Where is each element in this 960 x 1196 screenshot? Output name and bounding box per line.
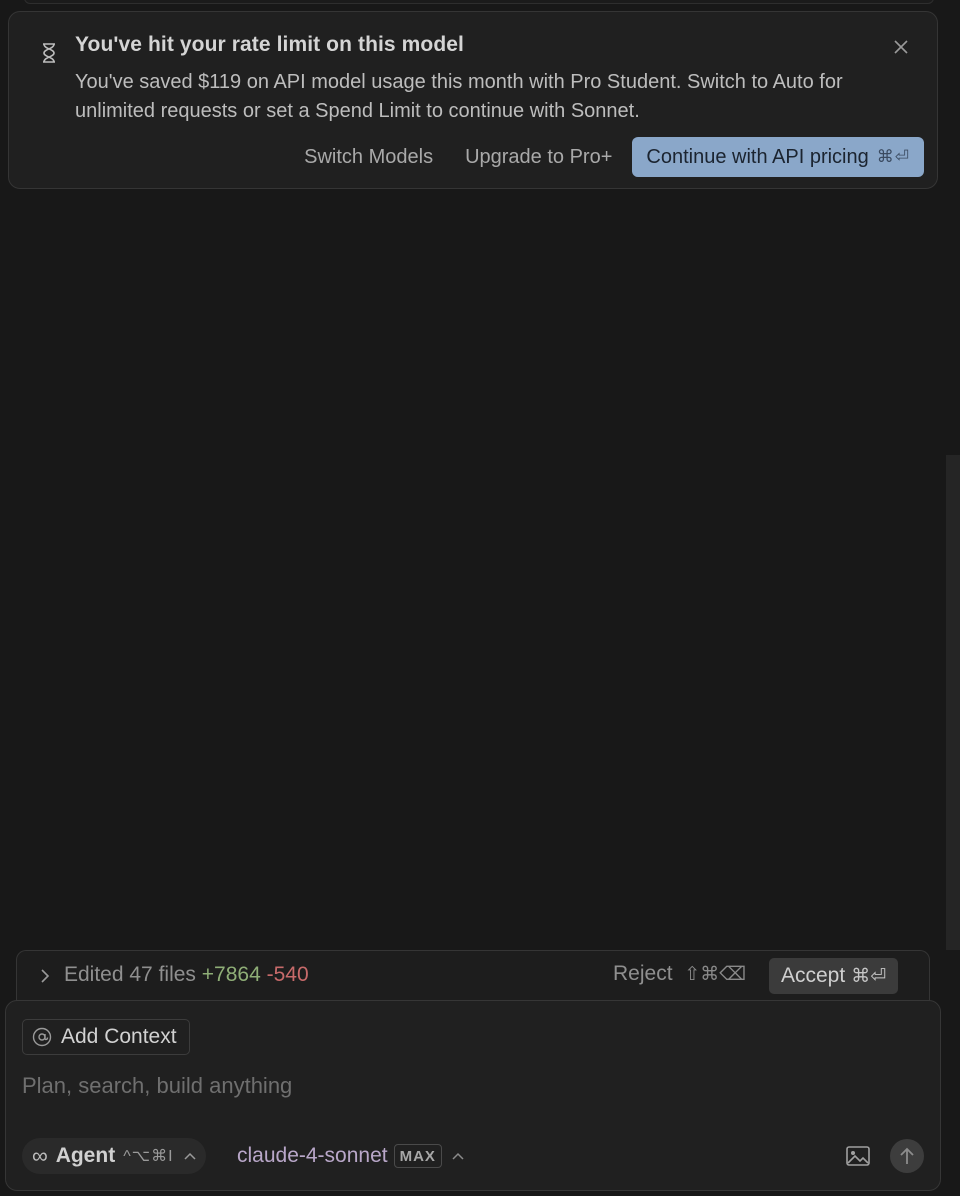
reject-shortcut: ⇧⌘⌫ bbox=[684, 964, 747, 985]
image-icon[interactable] bbox=[844, 1143, 872, 1169]
hourglass-icon bbox=[39, 40, 59, 66]
add-context-label: Add Context bbox=[61, 1025, 177, 1048]
close-icon[interactable] bbox=[889, 35, 913, 59]
at-sign-icon bbox=[31, 1026, 53, 1048]
notice-body: You've saved $119 on API model usage thi… bbox=[75, 71, 843, 122]
upgrade-button[interactable]: Upgrade to Pro+ bbox=[449, 137, 628, 177]
model-selector[interactable]: claude-4-sonnet MAX bbox=[237, 1140, 464, 1172]
scrollbar[interactable] bbox=[946, 455, 960, 950]
edited-files-summary[interactable]: Edited 47 files +7864 -540 bbox=[64, 963, 309, 987]
model-name: claude-4-sonnet bbox=[237, 1144, 388, 1167]
lines-removed: -540 bbox=[266, 963, 309, 986]
lines-added: +7864 bbox=[201, 963, 261, 986]
chevron-up-icon bbox=[452, 1152, 464, 1160]
chevron-right-icon[interactable] bbox=[37, 966, 53, 986]
previous-panel-edge bbox=[24, 0, 934, 4]
prompt-input[interactable] bbox=[22, 1069, 902, 1103]
agent-mode-label: Agent bbox=[55, 1144, 116, 1167]
reject-button[interactable]: Reject ⇧⌘⌫ bbox=[613, 962, 746, 992]
add-context-button[interactable]: Add Context bbox=[22, 1019, 190, 1055]
max-badge: MAX bbox=[393, 1144, 442, 1168]
continue-api-pricing-label: Continue with API pricing bbox=[646, 145, 869, 168]
agent-mode-shortcut: ^⌥⌘I bbox=[123, 1148, 174, 1165]
arrow-up-icon bbox=[900, 1147, 914, 1164]
notice-title: You've hit your rate limit on this model bbox=[75, 33, 464, 56]
agent-mode-selector[interactable]: ∞ Agent ^⌥⌘I bbox=[22, 1138, 206, 1174]
accept-label: Accept bbox=[781, 964, 846, 987]
notice-actions: Switch Models Upgrade to Pro+ Continue w… bbox=[288, 137, 924, 177]
continue-api-pricing-button[interactable]: Continue with API pricing ⌘⏎ bbox=[632, 137, 924, 177]
edited-files-label: Edited 47 files bbox=[64, 963, 196, 986]
infinity-icon: ∞ bbox=[32, 1143, 48, 1168]
chevron-up-icon bbox=[184, 1152, 196, 1160]
chat-composer: Add Context ∞ Agent ^⌥⌘I claude-4-sonnet… bbox=[5, 1000, 941, 1191]
reject-label: Reject bbox=[613, 962, 673, 985]
switch-models-button[interactable]: Switch Models bbox=[288, 137, 449, 177]
accept-shortcut: ⌘⏎ bbox=[851, 965, 887, 987]
continue-shortcut: ⌘⏎ bbox=[876, 147, 910, 166]
rate-limit-notice: You've hit your rate limit on this model… bbox=[8, 11, 938, 189]
send-button[interactable] bbox=[890, 1139, 924, 1173]
accept-button[interactable]: Accept ⌘⏎ bbox=[769, 958, 899, 994]
